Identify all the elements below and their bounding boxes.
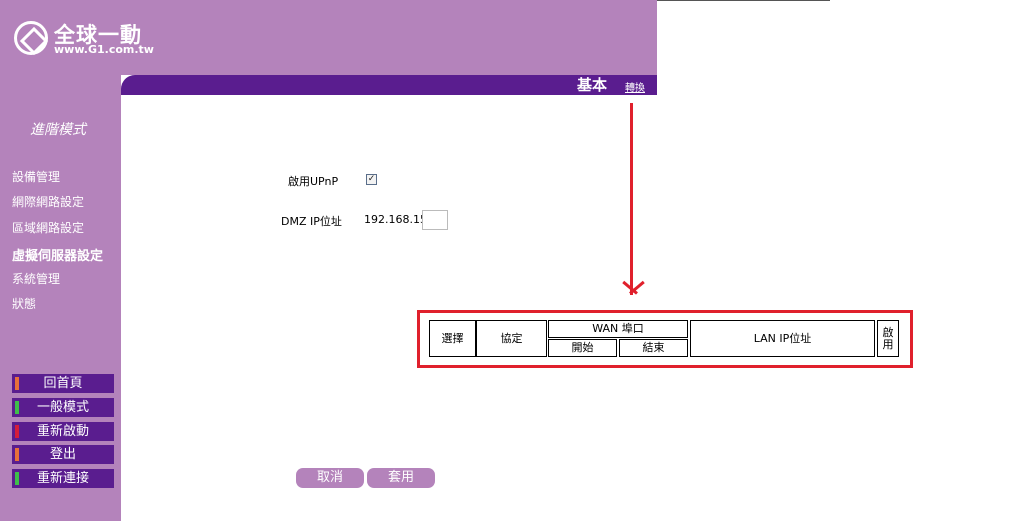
reconnect-button-label: 重新連接 — [36, 471, 89, 486]
header-wan-start: 開始 — [548, 339, 617, 357]
upnp-checkbox[interactable]: ✓ — [366, 174, 377, 185]
logout-button[interactable]: 登出 — [12, 445, 114, 464]
annotation-arrow — [630, 103, 633, 295]
dmz-ip-prefix: 192.168.15. — [364, 213, 431, 226]
header-protocol: 協定 — [476, 320, 547, 357]
mode-switch-link[interactable]: 轉換 — [625, 79, 645, 94]
header-band — [121, 0, 657, 75]
status-stripe — [15, 448, 19, 461]
upnp-label: 啟用UPnP — [288, 175, 339, 188]
sidebar-item-lan-settings[interactable]: 區域網路設定 — [12, 219, 84, 236]
sidebar-item-system-management[interactable]: 系統管理 — [12, 270, 60, 287]
reconnect-button[interactable]: 重新連接 — [12, 469, 114, 488]
title-bar: 基本 轉換 — [121, 75, 657, 95]
sidebar-item-internet-settings[interactable]: 網際網路設定 — [12, 193, 84, 210]
apply-button[interactable]: 套用 — [367, 468, 435, 488]
status-stripe — [15, 401, 19, 414]
page-title: 基本 — [576, 76, 607, 94]
status-stripe — [15, 472, 19, 485]
reboot-button[interactable]: 重新啟動 — [12, 422, 114, 441]
basic-mode-button[interactable]: 一般模式 — [12, 398, 114, 417]
header-lan-ip: LAN IP位址 — [690, 320, 875, 357]
menu-heading: 進階模式 — [30, 122, 86, 138]
reboot-button-label: 重新啟動 — [36, 424, 89, 439]
sidebar-item-device-management[interactable]: 設備管理 — [12, 168, 60, 185]
brand-url: www.G1.com.tw — [54, 43, 154, 56]
sidebar-item-status[interactable]: 狀態 — [12, 295, 36, 312]
home-button-label: 回首頁 — [43, 376, 83, 391]
cancel-button[interactable]: 取消 — [296, 468, 364, 488]
header-wan-port: WAN 埠口 — [548, 320, 688, 338]
basic-mode-button-label: 一般模式 — [36, 400, 89, 415]
header-select: 選擇 — [429, 320, 476, 357]
dmz-ip-input[interactable] — [422, 210, 448, 230]
home-button[interactable]: 回首頁 — [12, 374, 114, 393]
header-enable: 啟用 — [877, 320, 899, 357]
header-wan-end: 結束 — [619, 339, 688, 357]
sidebar-item-virtual-server[interactable]: 虛擬伺服器設定 — [12, 245, 103, 264]
logout-button-label: 登出 — [49, 447, 76, 462]
brand-logo[interactable]: 全球一動 www.G1.com.tw — [14, 19, 164, 59]
status-stripe — [15, 377, 19, 390]
dmz-label: DMZ IP位址 — [281, 215, 342, 228]
logo-icon — [14, 21, 48, 55]
check-icon: ✓ — [367, 174, 376, 184]
top-divider — [657, 0, 830, 1]
status-stripe — [15, 425, 19, 438]
